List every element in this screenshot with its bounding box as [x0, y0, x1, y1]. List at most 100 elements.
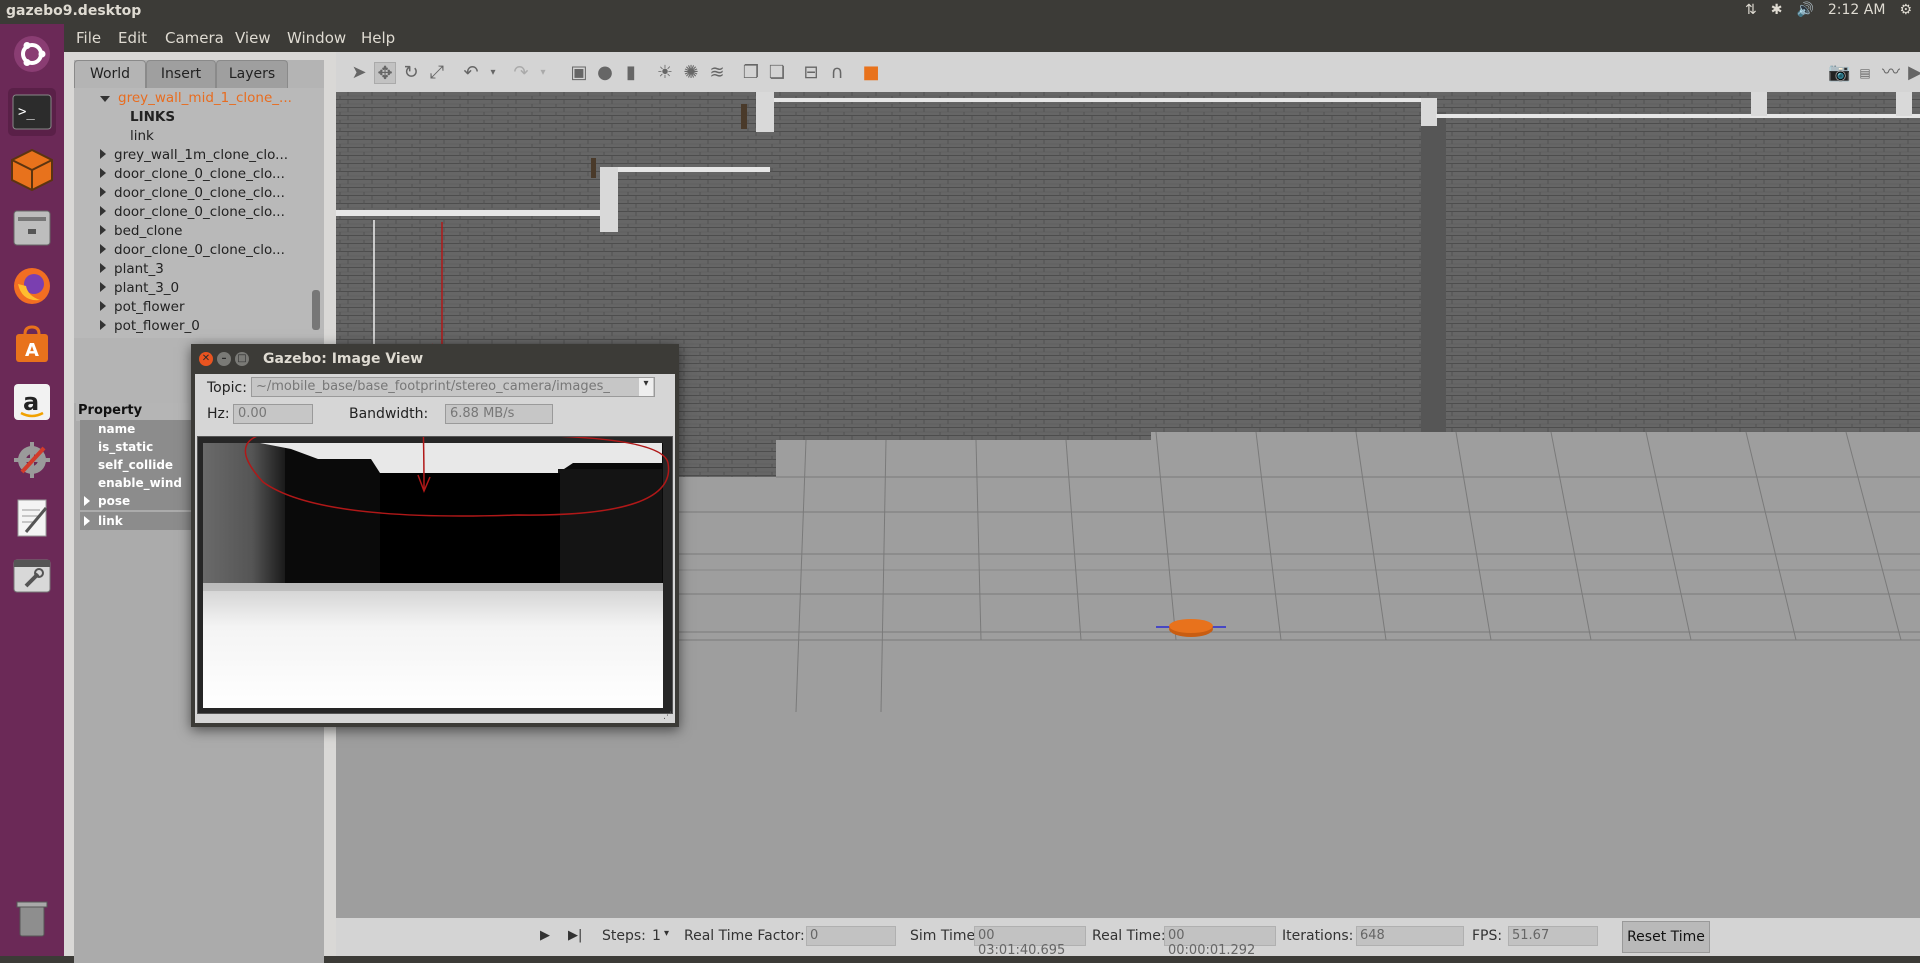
gear-icon[interactable]: ⚙ [1899, 2, 1912, 18]
snap-icon[interactable]: ∩ [826, 62, 848, 84]
menu-file[interactable]: File [76, 29, 101, 47]
minimize-icon[interactable]: – [217, 352, 231, 366]
chevron-down-icon[interactable]: ▾ [664, 928, 669, 939]
tree-item[interactable]: plant_3_0 [100, 280, 179, 299]
tree-item[interactable]: bed_clone [100, 223, 183, 242]
rtf-label: Real Time Factor: [684, 928, 805, 944]
chevron-down-icon[interactable]: ▾ [482, 62, 504, 84]
property-link-label: link [98, 514, 123, 528]
tree-item[interactable]: plant_3 [100, 261, 164, 280]
expand-arrow-icon[interactable] [100, 301, 106, 311]
menu-bar: File Edit Camera View Window Help [64, 24, 1920, 52]
video-record-icon[interactable]: ▶ [1904, 62, 1920, 84]
ubuntu-logo-icon[interactable] [8, 30, 56, 78]
plot-icon[interactable]: 〰 [1880, 62, 1902, 84]
tab-world[interactable]: World [74, 60, 146, 88]
bluetooth-icon[interactable]: ✱ [1771, 2, 1783, 18]
expand-arrow-icon[interactable] [100, 149, 106, 159]
tree-item[interactable]: grey_wall_1m_clone_clo... [100, 147, 288, 166]
paste-icon[interactable]: ❏ [766, 62, 788, 84]
directional-light-icon[interactable]: ≋ [706, 62, 728, 84]
chevron-down-icon[interactable]: ▾ [639, 378, 653, 396]
expand-arrow-icon[interactable] [100, 168, 106, 178]
redo-icon[interactable]: ↷ [510, 62, 532, 84]
menu-edit[interactable]: Edit [118, 29, 147, 47]
step-icon[interactable]: ▶| [568, 928, 582, 943]
tree-item-label: grey_wall_1m_clone_clo... [114, 147, 289, 163]
expand-arrow-icon[interactable] [100, 225, 106, 235]
cylinder-shape-icon[interactable]: ▮ [620, 62, 642, 84]
fps-label: FPS: [1472, 928, 1503, 944]
align-icon[interactable]: ⊟ [800, 62, 822, 84]
terminal-icon[interactable]: >_ [8, 88, 56, 136]
expand-arrow-icon[interactable] [100, 206, 106, 216]
close-icon[interactable]: ✕ [199, 352, 213, 366]
tree-item[interactable]: door_clone_0_clone_clo... [100, 204, 285, 223]
play-icon[interactable]: ▶ [540, 928, 550, 943]
tree-item[interactable]: door_clone_0_clone_clo... [100, 242, 285, 261]
maximize-icon[interactable]: □ [235, 352, 249, 366]
box-shape-icon[interactable]: ▣ [568, 62, 590, 84]
rotate-mode-icon[interactable]: ↻ [400, 62, 422, 84]
tree-child-item[interactable]: link [130, 128, 154, 147]
sphere-shape-icon[interactable]: ● [594, 62, 616, 84]
expand-arrow-icon[interactable] [100, 244, 106, 254]
resize-grip-icon[interactable]: ⋰ [663, 711, 673, 721]
tree-item[interactable]: door_clone_0_clone_clo... [100, 166, 285, 185]
expand-arrow-icon [84, 516, 90, 526]
change-view-icon[interactable]: ■ [860, 62, 882, 84]
bandwidth-value: 6.88 MB/s [445, 404, 553, 424]
system-tools-icon[interactable] [8, 552, 56, 600]
tree-item[interactable]: pot_flower [100, 299, 185, 318]
text-editor-icon[interactable] [8, 494, 56, 542]
volume-icon[interactable]: 🔊 [1796, 2, 1813, 18]
iterations-value: 648 [1356, 926, 1464, 946]
log-icon[interactable]: ▤ [1854, 62, 1876, 84]
gazebo-icon[interactable] [8, 146, 56, 194]
system-settings-icon[interactable] [8, 436, 56, 484]
files-icon[interactable] [8, 204, 56, 252]
select-mode-icon[interactable]: ➤ [348, 62, 370, 84]
property-pose-label: pose [98, 494, 131, 508]
spot-light-icon[interactable]: ✺ [680, 62, 702, 84]
tree-item-label: pot_flower [114, 299, 185, 315]
amazon-icon[interactable]: a [8, 378, 56, 426]
dialog-titlebar[interactable]: ✕ – □ Gazebo: Image View [191, 344, 679, 374]
point-light-icon[interactable]: ☀ [654, 62, 676, 84]
svg-text:>_: >_ [18, 104, 35, 120]
steps-value[interactable]: 1 [652, 928, 661, 944]
expand-arrow-icon[interactable] [100, 187, 106, 197]
menu-camera[interactable]: Camera [165, 29, 224, 47]
expand-arrow-icon[interactable] [100, 320, 106, 330]
expanded-arrow-icon[interactable] [100, 96, 110, 102]
tree-item[interactable]: door_clone_0_clone_clo... [100, 185, 285, 204]
expand-arrow-icon[interactable] [100, 282, 106, 292]
screenshot-icon[interactable]: 📷 [1828, 62, 1850, 84]
firefox-icon[interactable] [8, 262, 56, 310]
menu-view[interactable]: View [235, 29, 271, 47]
tab-layers[interactable]: Layers [216, 60, 288, 88]
undo-icon[interactable]: ↶ [460, 62, 482, 84]
chevron-down-icon[interactable]: ▾ [532, 62, 554, 84]
rtf-value: 0 [806, 926, 896, 946]
tree-child-item[interactable]: LINKS [130, 109, 175, 128]
reset-time-button[interactable]: Reset Time [1622, 921, 1710, 953]
tab-insert[interactable]: Insert [146, 60, 216, 88]
tree-item[interactable]: grey_wall_mid_1_clone_... [100, 90, 292, 109]
scale-mode-icon[interactable]: ⤢ [426, 62, 448, 84]
menu-window[interactable]: Window [287, 29, 346, 47]
fps-value: 51.67 [1508, 926, 1598, 946]
tree-item[interactable]: pot_flower_0 [100, 318, 200, 337]
topic-select[interactable]: ~/mobile_base/base_footprint/stereo_came… [251, 377, 655, 397]
expand-arrow-icon[interactable] [100, 263, 106, 273]
tree-item[interactable]: chair_2 [100, 337, 163, 338]
translate-mode-icon[interactable]: ✥ [374, 62, 396, 84]
clock[interactable]: 2:12 AM [1828, 2, 1886, 18]
tree-scrollbar[interactable] [312, 290, 320, 330]
menu-help[interactable]: Help [361, 29, 395, 47]
network-icon[interactable]: ⇅ [1745, 2, 1757, 18]
software-center-icon[interactable]: A [8, 320, 56, 368]
world-tree: grey_wall_mid_1_clone_... LINKS link grey_w… [74, 88, 324, 338]
trash-icon[interactable] [8, 894, 56, 942]
copy-icon[interactable]: ❐ [740, 62, 762, 84]
